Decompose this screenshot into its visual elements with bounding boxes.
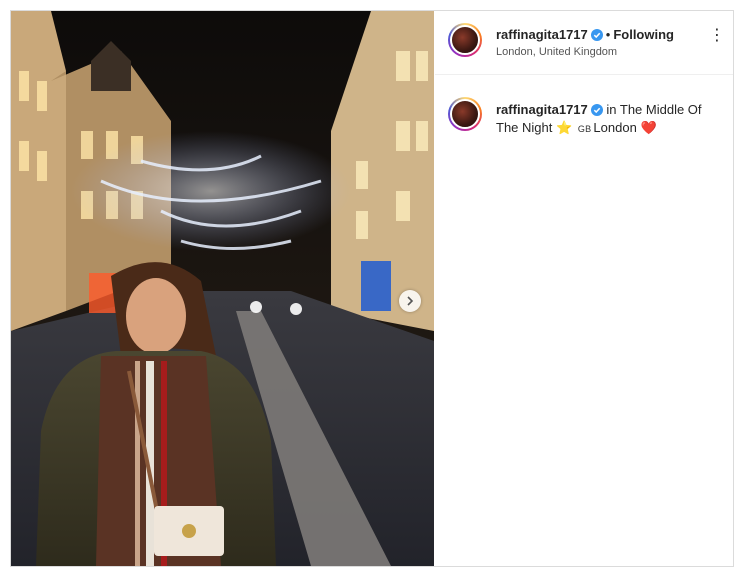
caption-text-2: London — [593, 120, 637, 135]
next-photo-button[interactable] — [399, 290, 421, 312]
chevron-right-icon — [407, 296, 414, 306]
star-emoji-icon: ⭐ — [556, 120, 573, 135]
more-options-icon[interactable]: ⋮ — [709, 25, 725, 45]
post-photo[interactable] — [11, 11, 434, 566]
london-street-photo — [11, 11, 434, 566]
separator-dot: • — [605, 27, 611, 42]
caption: raffinagita1717 in The Middle Of The Nig… — [496, 101, 724, 138]
header-line: raffinagita1717 • Following — [496, 27, 674, 42]
heart-emoji-icon: ❤️ — [640, 120, 657, 135]
post-header: raffinagita1717 • Following London, United… — [435, 11, 733, 75]
location-link[interactable]: London, United Kingdom — [496, 46, 617, 58]
caption-username-link[interactable]: raffinagita1717 — [496, 102, 588, 117]
avatar[interactable] — [448, 23, 482, 57]
post-sidebar: raffinagita1717 • Following London, United… — [435, 11, 733, 566]
gb-flag-icon: GB — [577, 124, 592, 134]
verified-badge-icon — [590, 104, 603, 116]
verified-badge-icon — [590, 29, 603, 41]
caption-avatar[interactable] — [448, 97, 482, 131]
username-link[interactable]: raffinagita1717 — [496, 27, 588, 42]
post-card: raffinagita1717 • Following London, United… — [10, 10, 734, 567]
following-button[interactable]: Following — [613, 27, 674, 42]
